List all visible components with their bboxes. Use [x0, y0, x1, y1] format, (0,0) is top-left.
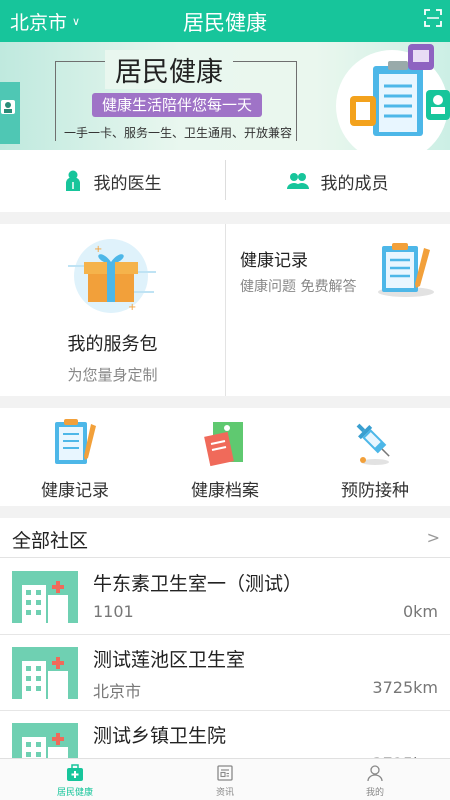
tab-resident-health[interactable]: 居民健康 — [0, 759, 150, 800]
banner-subtitle: 一手一卡、服务一生、卫生通用、开放兼容 — [64, 126, 293, 140]
doctor-icon — [1, 100, 15, 114]
chevron-right-icon: > — [426, 528, 440, 547]
clipboard-icon — [55, 419, 96, 464]
scan-icon[interactable] — [424, 9, 442, 27]
clinic-name: 牛东素卫生室一（测试） — [93, 573, 303, 595]
list-item[interactable]: 测试乡镇卫生院 河北 3725km — [0, 711, 450, 758]
top-header: 北京市 ∨ 居民健康 — [0, 0, 450, 42]
community-header[interactable]: 全部社区 > — [0, 518, 450, 558]
hospital-icon — [12, 571, 78, 623]
service-section: + + 我的服务包 为您量身定制 健康记录 健康问题 免费解答 — [0, 224, 450, 396]
clinic-location: 北京市 — [93, 682, 142, 701]
my-members-button[interactable]: 我的成员 — [225, 150, 450, 212]
tab-mine-label: 我的 — [365, 788, 384, 798]
tab-news[interactable]: 资讯 — [150, 759, 300, 800]
tab-mine[interactable]: 我的 — [300, 759, 450, 800]
list-item[interactable]: 牛东素卫生室一（测试） 1101 0km — [0, 559, 450, 635]
gift-icon: + + — [68, 239, 156, 313]
bottom-tab-bar: 居民健康 资讯 我的 — [0, 758, 450, 800]
clinic-distance: 0km — [402, 602, 438, 621]
svg-text:+: + — [94, 244, 102, 255]
archive-icon — [204, 422, 243, 467]
news-icon — [217, 765, 233, 781]
doctor-icon — [65, 170, 80, 191]
clinic-name: 测试乡镇卫生院 — [93, 725, 227, 747]
clipboard-icon — [378, 243, 434, 297]
clinic-name: 测试莲池区卫生室 — [93, 649, 246, 671]
clipboard-illustration-icon — [336, 44, 450, 150]
hospital-icon — [12, 647, 78, 699]
my-doctor-label: 我的医生 — [93, 173, 162, 194]
svg-text:+: + — [128, 302, 136, 313]
quick-actions: 健康记录 健康档案 预防接种 — [0, 408, 450, 506]
quick-vaccination-label: 预防接种 — [341, 481, 409, 501]
community-list: 全部社区 > 牛东素卫生室一（测试） 1101 0km 测试莲池区卫生室 北京市… — [0, 518, 450, 758]
clinic-location: 1101 — [93, 602, 134, 621]
user-icon — [367, 765, 383, 782]
medical-kit-icon — [67, 764, 83, 781]
community-title: 全部社区 — [12, 530, 89, 552]
my-doctor-button[interactable]: 我的医生 — [0, 150, 225, 212]
members-icon — [286, 173, 309, 189]
quick-health-record-label: 健康记录 — [41, 481, 109, 501]
my-members-label: 我的成员 — [320, 173, 389, 194]
quick-health-archive[interactable]: 健康档案 — [150, 408, 300, 506]
quick-health-archive-label: 健康档案 — [191, 481, 259, 501]
health-record-card[interactable]: 健康记录 健康问题 免费解答 — [226, 224, 450, 310]
list-item[interactable]: 测试莲池区卫生室 北京市 3725km — [0, 635, 450, 711]
quick-vaccination[interactable]: 预防接种 — [300, 408, 450, 506]
banner-title: 居民健康 — [105, 50, 233, 89]
promo-banner[interactable]: 居民健康 健康生活陪伴您每一天 一手一卡、服务一生、卫生通用、开放兼容 — [0, 42, 450, 150]
tab-resident-health-label: 居民健康 — [56, 788, 93, 798]
banner-ribbon: 健康生活陪伴您每一天 — [92, 93, 262, 117]
health-record-subtitle: 健康问题 免费解答 — [240, 279, 357, 295]
hospital-icon — [12, 723, 78, 758]
doctor-members-bar: 我的医生 我的成员 — [0, 150, 450, 212]
page-title: 居民健康 — [183, 11, 267, 35]
service-package-title: 我的服务包 — [67, 334, 158, 355]
health-record-title: 健康记录 — [240, 251, 308, 271]
service-package-card[interactable]: + + 我的服务包 为您量身定制 — [0, 224, 225, 396]
tab-news-label: 资讯 — [215, 788, 234, 798]
syringe-icon — [356, 423, 390, 465]
clinic-distance: 3725km — [372, 678, 438, 697]
quick-health-record[interactable]: 健康记录 — [0, 408, 150, 506]
service-package-subtitle: 为您量身定制 — [67, 366, 158, 384]
